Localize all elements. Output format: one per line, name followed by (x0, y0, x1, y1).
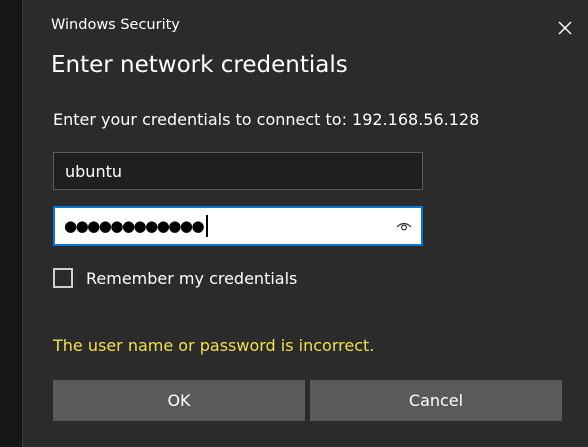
connect-prompt: Enter your credentials to connect to: 19… (53, 110, 480, 129)
password-field[interactable]: ●●●●●●●●●●●● (53, 206, 423, 246)
reveal-password-button[interactable] (395, 220, 413, 232)
remember-checkbox[interactable] (53, 268, 73, 288)
close-button[interactable] (547, 12, 583, 44)
eye-icon (396, 222, 412, 231)
dialog-caption: Windows Security (51, 17, 180, 33)
background-window-edge (0, 0, 22, 447)
username-field[interactable]: ubuntu (53, 152, 423, 190)
error-message: The user name or password is incorrect. (53, 336, 375, 355)
cancel-button[interactable]: Cancel (310, 380, 562, 421)
remember-label: Remember my credentials (86, 268, 298, 288)
remember-credentials[interactable]: Remember my credentials (53, 268, 297, 288)
text-caret (206, 215, 208, 237)
ok-button[interactable]: OK (53, 380, 305, 421)
close-icon (558, 21, 572, 35)
dialog-heading: Enter network credentials (51, 52, 348, 78)
windows-security-dialog: Windows Security Enter network credentia… (22, 0, 588, 447)
username-value: ubuntu (65, 161, 122, 181)
password-masked-value: ●●●●●●●●●●●● (64, 217, 205, 235)
